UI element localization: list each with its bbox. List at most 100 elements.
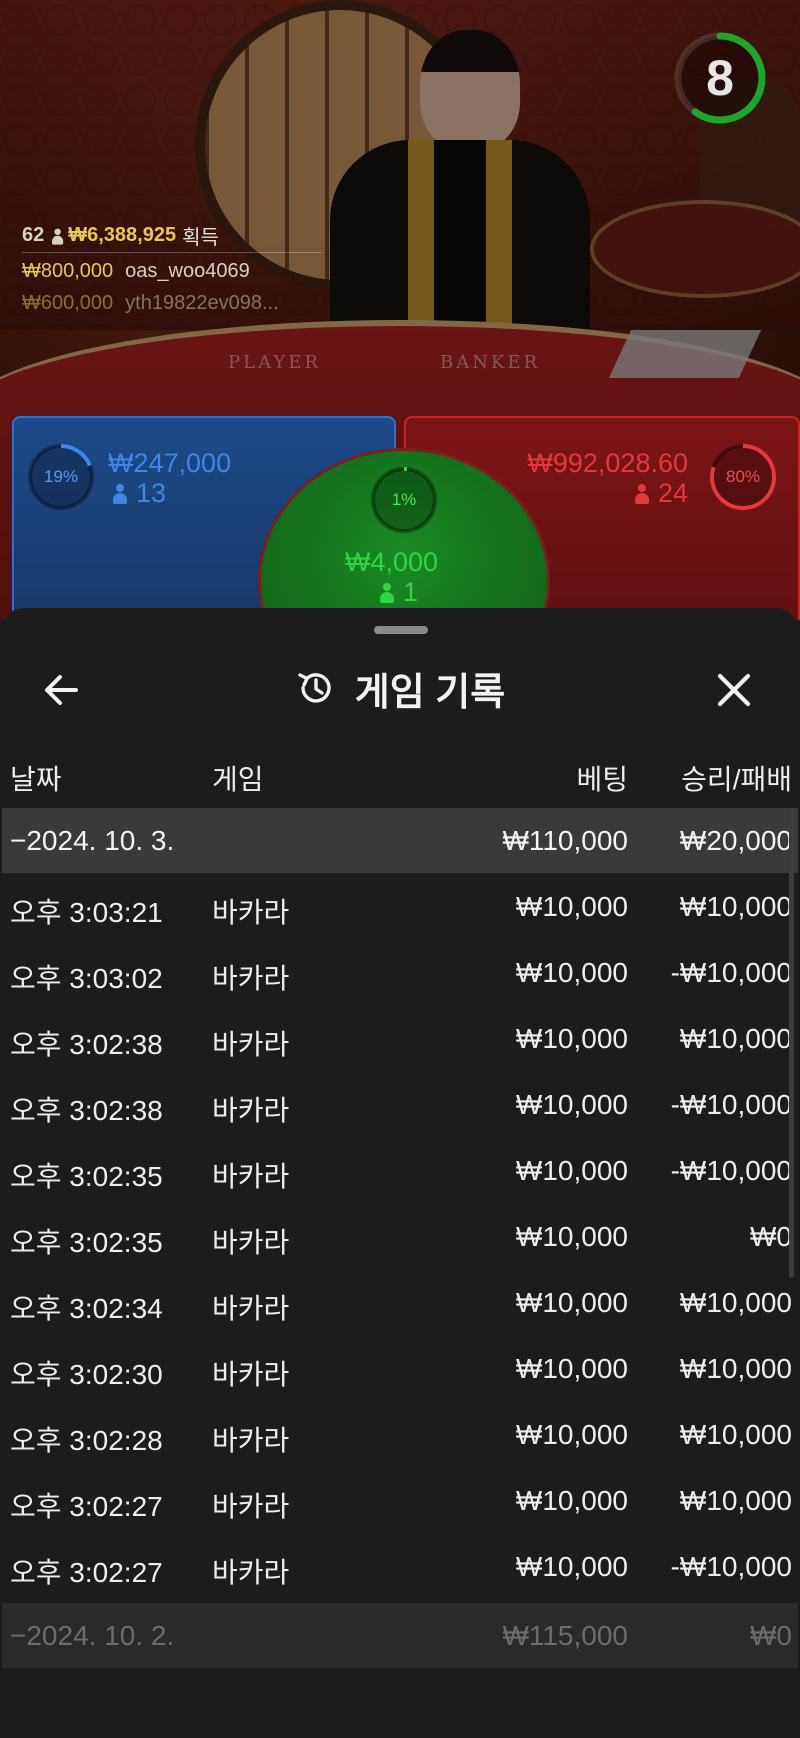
divider (22, 252, 322, 253)
row-game: 바카라 (212, 1557, 290, 1588)
bottom-fade (2, 1668, 798, 1738)
history-table: −2024. 10. 3. ₩110,000 ₩20,000 오후 3:03:2… (2, 808, 798, 1668)
row-win-loss: -₩10,000 (670, 1089, 792, 1120)
row-win-loss: -₩10,000 (670, 1551, 792, 1582)
history-row[interactable]: 오후 3:02:27 바카라 ₩10,000 -₩10,000 (2, 1533, 798, 1599)
player-bet-amount: ₩247,000 (108, 448, 232, 478)
winners-list: 62 ₩6,388,925 획득 ₩800,000 oas_woo4069 ₩6… (22, 220, 322, 319)
winner-count: 62 (22, 223, 45, 246)
row-win-loss: ₩10,000 (679, 1287, 792, 1318)
group-date: −2024. 10. 3. (10, 825, 175, 856)
row-bet: ₩10,000 (515, 1485, 628, 1516)
table-header: 날짜 게임 베팅 승리/패배 (2, 748, 798, 798)
close-button[interactable] (708, 664, 760, 716)
scrollbar[interactable] (789, 808, 794, 1278)
row-win-loss: ₩10,000 (679, 1353, 792, 1384)
history-row[interactable]: 오후 3:02:30 바카라 ₩10,000 ₩10,000 (2, 1335, 798, 1401)
history-row[interactable]: 오후 3:02:38 바카라 ₩10,000 -₩10,000 (2, 1071, 798, 1137)
row-bet: ₩10,000 (515, 1089, 628, 1120)
history-row[interactable]: 오후 3:02:38 바카라 ₩10,000 ₩10,000 (2, 1005, 798, 1071)
date-group-header[interactable]: −2024. 10. 2. ₩115,000 ₩0 (2, 1603, 798, 1668)
sheet-title: 게임 기록 (354, 671, 506, 714)
winner-entry: ₩600,000 yth19822ev098... (22, 287, 322, 319)
winners-total-label: 획득 (182, 226, 219, 249)
winners-total-amount: ₩6,388,925 (68, 223, 177, 246)
row-game: 바카라 (212, 1161, 290, 1192)
history-row[interactable]: 오후 3:03:21 바카라 ₩10,000 ₩10,000 (2, 873, 798, 939)
tie-percent-ring: 1% (369, 465, 439, 535)
row-win-loss: ₩10,000 (679, 1023, 792, 1054)
row-bet: ₩10,000 (515, 1155, 628, 1186)
row-time: 오후 3:02:34 (10, 1293, 163, 1324)
person-icon (112, 483, 128, 504)
date-group-header[interactable]: −2024. 10. 3. ₩110,000 ₩20,000 (2, 808, 798, 873)
tie-percent: 1% (391, 490, 417, 509)
arrow-left-icon (45, 675, 78, 705)
tie-bet-amount: ₩4,000 (345, 547, 439, 577)
row-win-loss: ₩10,000 (679, 1485, 792, 1516)
row-bet: ₩10,000 (515, 1023, 628, 1054)
player-bettor-count-value: 13 (136, 478, 167, 508)
row-game: 바카라 (212, 963, 290, 994)
person-icon (51, 228, 64, 245)
drag-handle[interactable] (374, 626, 428, 634)
history-row[interactable]: 오후 3:02:28 바카라 ₩10,000 ₩10,000 (2, 1401, 798, 1467)
row-bet: ₩10,000 (515, 1551, 628, 1582)
group-win-loss-total: ₩20,000 (679, 825, 792, 856)
winner-username: yth19822ev098... (125, 291, 279, 314)
column-bet: 베팅 (576, 764, 628, 795)
row-game: 바카라 (212, 897, 290, 928)
row-bet: ₩10,000 (515, 1221, 628, 1252)
history-row[interactable]: 오후 3:02:34 바카라 ₩10,000 ₩10,000 (2, 1269, 798, 1335)
tie-bettor-count-value: 1 (403, 577, 419, 607)
group-bet-total: ₩110,000 (502, 825, 628, 856)
row-time: 오후 3:02:35 (10, 1227, 163, 1258)
title-group: 게임 기록 (2, 644, 798, 732)
row-win-loss: ₩10,000 (679, 1419, 792, 1450)
tie-bettor-count: 1 (379, 577, 418, 608)
row-time: 오후 3:02:38 (10, 1029, 163, 1060)
history-row[interactable]: 오후 3:02:35 바카라 ₩10,000 -₩10,000 (2, 1137, 798, 1203)
row-bet: ₩10,000 (515, 1353, 628, 1384)
row-win-loss: ₩10,000 (679, 891, 792, 922)
history-row[interactable]: 오후 3:03:02 바카라 ₩10,000 -₩10,000 (2, 939, 798, 1005)
row-win-loss: -₩10,000 (670, 1155, 792, 1186)
row-time: 오후 3:02:27 (10, 1491, 163, 1522)
row-bet: ₩10,000 (515, 1287, 628, 1318)
row-win-loss: ₩0 (750, 1221, 792, 1252)
banker-bet-amount: ₩992,028.60 (527, 448, 688, 478)
back-button[interactable] (36, 664, 88, 716)
winner-amount: ₩600,000 (22, 291, 114, 314)
row-time: 오후 3:02:28 (10, 1425, 163, 1456)
row-bet: ₩10,000 (515, 957, 628, 988)
history-row[interactable]: 오후 3:02:27 바카라 ₩10,000 ₩10,000 (2, 1467, 798, 1533)
history-clock-icon (298, 673, 331, 703)
row-bet: ₩10,000 (515, 891, 628, 922)
banker-bettor-count-value: 24 (657, 478, 688, 508)
row-game: 바카라 (212, 1227, 290, 1258)
group-bet-total: ₩115,000 (502, 1620, 628, 1651)
winner-username: oas_woo4069 (125, 259, 250, 282)
group-date: −2024. 10. 2. (10, 1620, 175, 1651)
winner-entry: ₩800,000 oas_woo4069 (22, 255, 322, 287)
row-game: 바카라 (212, 1359, 290, 1390)
row-time: 오후 3:03:21 (10, 897, 163, 928)
row-time: 오후 3:03:02 (10, 963, 163, 994)
row-time: 오후 3:02:38 (10, 1095, 163, 1126)
column-game: 게임 (212, 764, 264, 795)
row-game: 바카라 (212, 1029, 290, 1060)
player-bettor-count: 13 (112, 478, 166, 509)
row-game: 바카라 (212, 1293, 290, 1324)
row-game: 바카라 (212, 1425, 290, 1456)
row-time: 오후 3:02:27 (10, 1557, 163, 1588)
countdown-timer: 8 (672, 30, 768, 126)
row-win-loss: -₩10,000 (670, 957, 792, 988)
banker-percent-ring: 80% (708, 442, 778, 512)
column-date: 날짜 (10, 764, 62, 795)
player-percent-ring: 19% (26, 442, 96, 512)
history-row[interactable]: 오후 3:02:35 바카라 ₩10,000 ₩0 (2, 1203, 798, 1269)
game-history-sheet: 게임 기록 날짜 게임 베팅 승리/패배 −2024. 10. 3. ₩110,… (2, 608, 798, 1738)
person-icon (634, 483, 650, 504)
row-game: 바카라 (212, 1095, 290, 1126)
column-win-loss: 승리/패배 (681, 764, 792, 795)
